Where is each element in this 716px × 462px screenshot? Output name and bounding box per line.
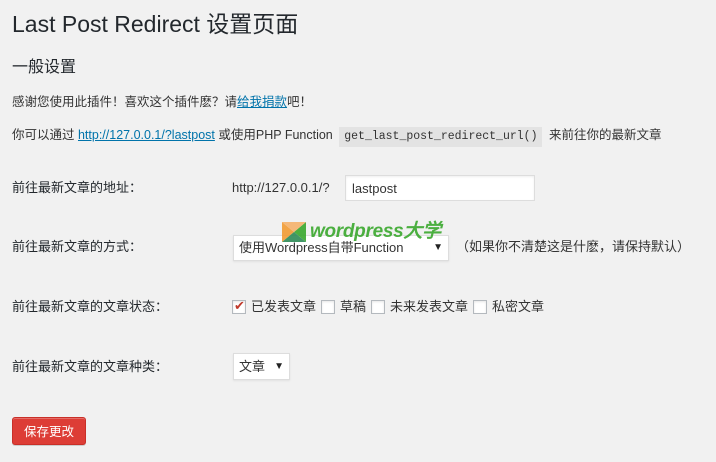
thanks-text: 感谢您使用此插件！喜欢这个插件麽？请给我捐款吧！ <box>12 92 312 112</box>
dropdown-arrow-icon: ▼ <box>274 361 284 372</box>
checkbox-label: 草稿 <box>340 299 367 314</box>
checkbox-label: 已发表文章 <box>251 299 317 314</box>
post-type-select[interactable]: 文章 ▼ <box>233 353 290 380</box>
settings-page: Last Post Redirect 设置页面 一般设置 感谢您使用此插件！喜欢… <box>0 0 716 462</box>
thanks-text-after: 吧！ <box>287 95 313 109</box>
type-row-label: 前往最新文章的文章种类： <box>12 359 169 374</box>
thanks-text-before: 感谢您使用此插件！喜欢这个插件麽？请 <box>12 95 238 109</box>
status-option-published[interactable]: ✔ 已发表文章 <box>232 297 316 317</box>
wordpress-daxue-watermark: wordpress大学 <box>282 219 442 245</box>
checkbox-future[interactable] <box>371 300 386 314</box>
usage-info-before: 你可以通过 <box>12 128 78 142</box>
lastpost-url-link[interactable]: http://127.0.0.1/?lastpost <box>78 128 215 142</box>
checkbox-label: 未来发表文章 <box>390 299 469 314</box>
checkbox-published[interactable]: ✔ <box>232 298 246 314</box>
method-row-label: 前往最新文章的方式： <box>12 239 143 254</box>
checkbox-private[interactable] <box>473 300 488 314</box>
status-row-label: 前往最新文章的文章状态： <box>12 299 169 314</box>
usage-info-after: 来前往你的最新文章 <box>545 128 662 142</box>
url-prefix: http://127.0.0.1/? <box>232 180 330 195</box>
redirect-slug-input[interactable] <box>345 175 535 201</box>
status-checkbox-group: ✔ 已发表文章 草稿 未来发表文章 私密文章 <box>232 297 549 317</box>
donate-link[interactable]: 给我捐款 <box>237 95 287 109</box>
checkbox-label: 私密文章 <box>492 299 545 314</box>
page-title: Last Post Redirect 设置页面 <box>12 11 299 37</box>
method-note: （如果你不清楚这是什麽，请保持默认） <box>456 239 691 254</box>
url-row-label: 前往最新文章的地址： <box>12 180 143 195</box>
post-type-select-value: 文章 <box>239 359 266 374</box>
watermark-logo-icon <box>282 222 306 242</box>
usage-info-middle: 或使用PHP Function <box>214 128 337 142</box>
checkmark-icon: ✔ <box>234 298 245 313</box>
status-option-future[interactable]: 未来发表文章 <box>371 297 468 317</box>
watermark-text: wordpress大学 <box>310 221 441 242</box>
status-option-private[interactable]: 私密文章 <box>473 297 544 317</box>
section-title: 一般设置 <box>12 59 77 76</box>
usage-info: 你可以通过 http://127.0.0.1/?lastpost 或使用PHP … <box>12 125 661 147</box>
checkbox-draft[interactable] <box>321 300 336 314</box>
save-changes-button[interactable]: 保存更改 <box>12 417 86 445</box>
status-option-draft[interactable]: 草稿 <box>321 297 366 317</box>
function-name-code: get_last_post_redirect_url() <box>339 127 543 147</box>
